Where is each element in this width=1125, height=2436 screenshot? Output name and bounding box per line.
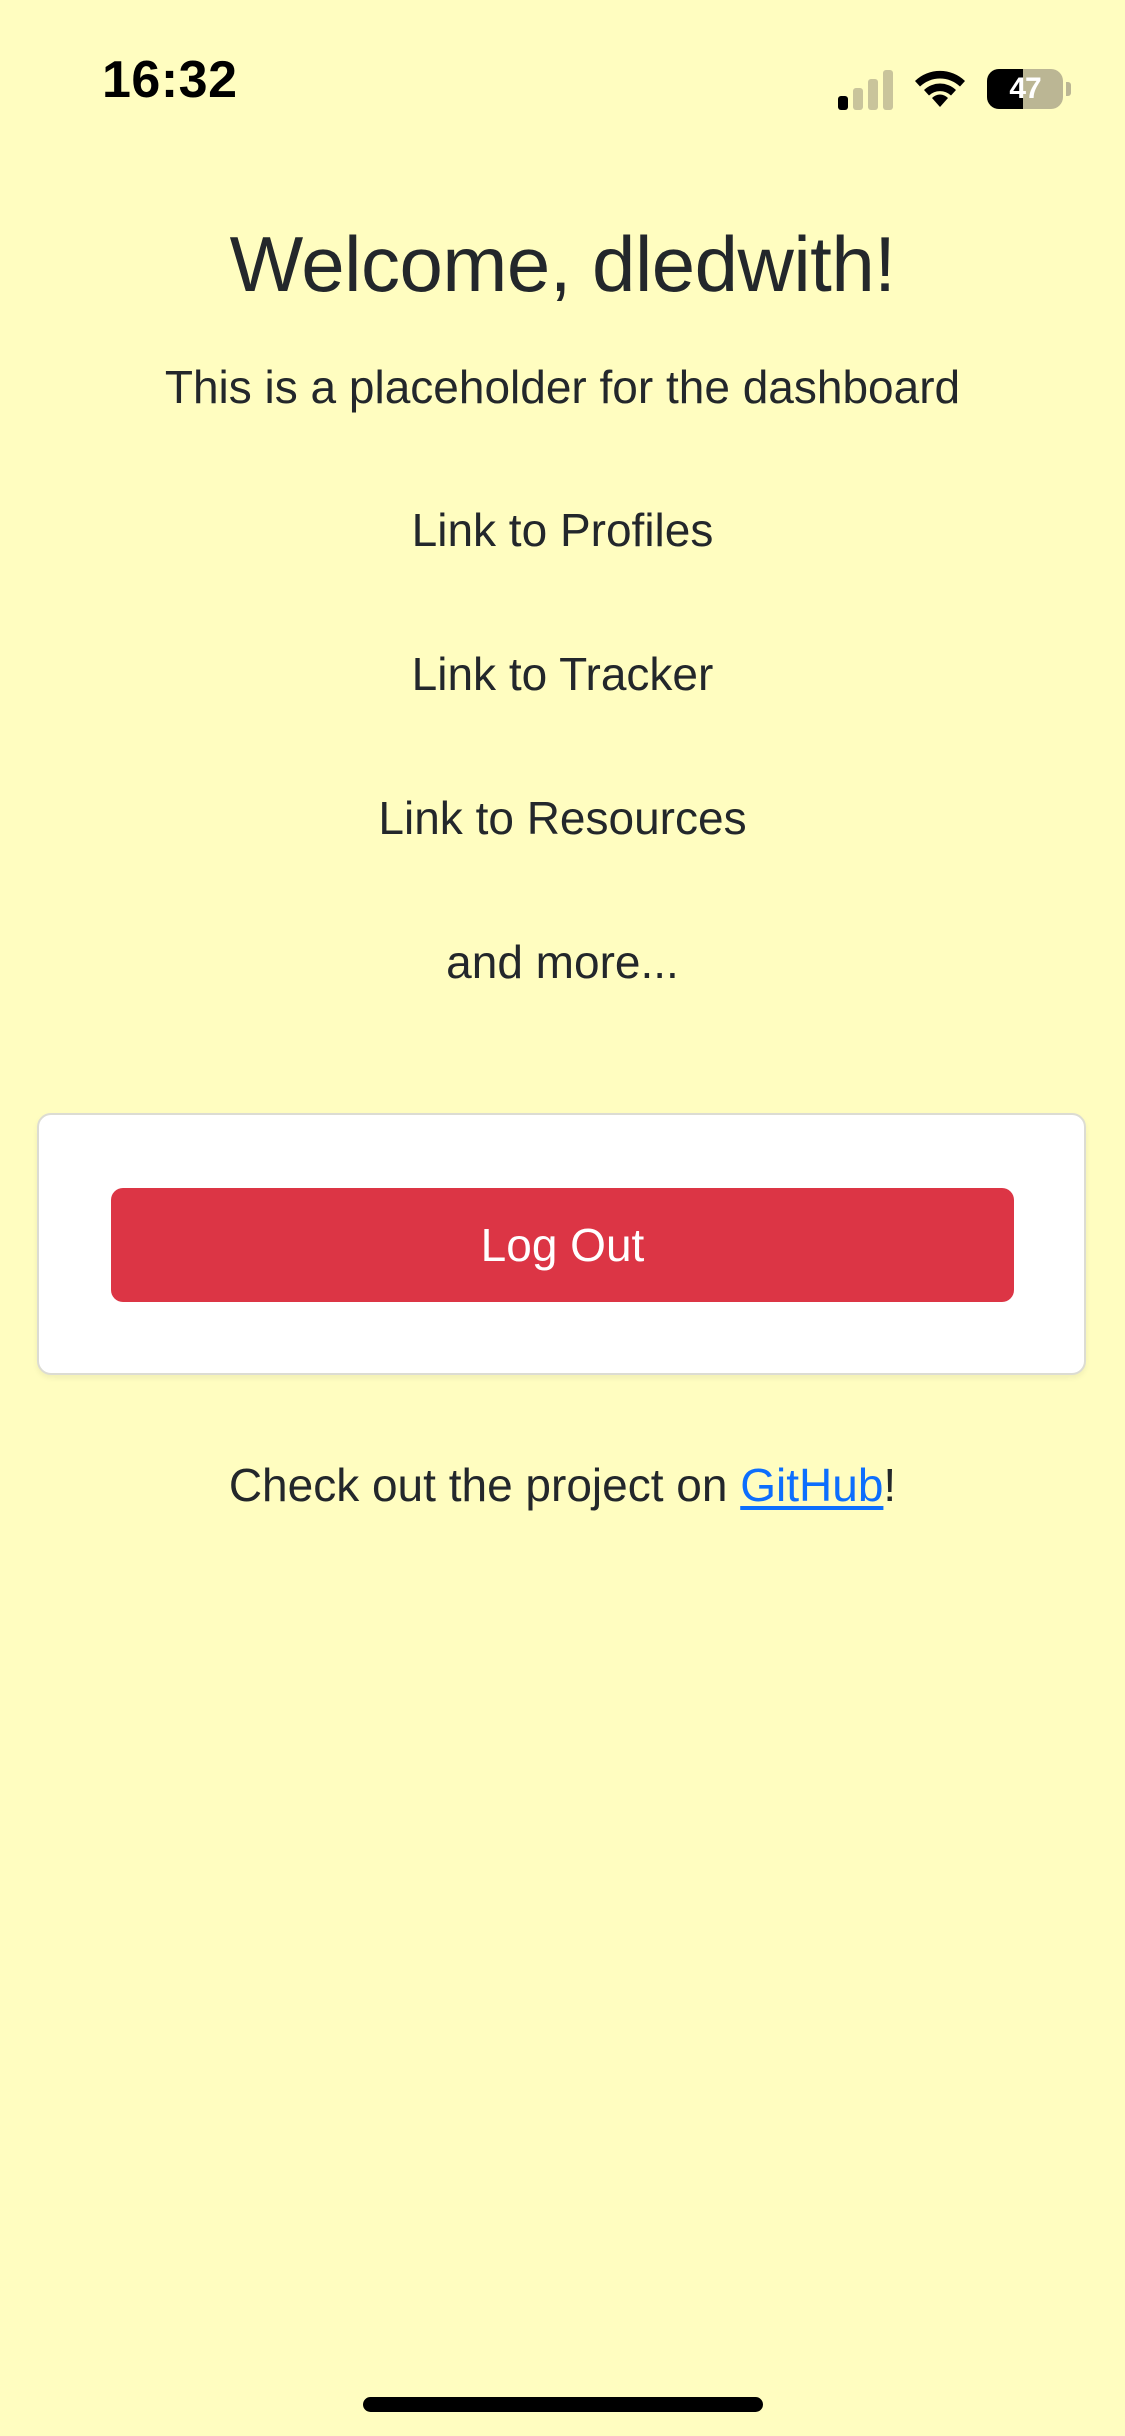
footer-text-after: !: [883, 1459, 897, 1511]
profiles-link-text: Link to Profiles: [411, 503, 714, 556]
status-bar: 16:32 47: [0, 0, 1125, 150]
battery-level: 47: [1009, 72, 1041, 105]
footer-text-before: Check out the project on: [228, 1459, 741, 1511]
status-icons: 47: [838, 64, 1071, 114]
more-text: and more...: [446, 936, 679, 989]
page-title: Welcome, dledwith!: [229, 220, 896, 308]
status-time: 16:32: [102, 51, 238, 109]
cellular-signal-icon: [838, 68, 893, 110]
dashboard-content: Welcome, dledwith! This is a placeholder…: [0, 220, 1125, 991]
battery-icon: 47: [987, 69, 1071, 109]
github-link[interactable]: GitHub: [740, 1459, 883, 1511]
home-indicator[interactable]: [363, 2397, 763, 2412]
tracker-link-text: Link to Tracker: [411, 648, 714, 701]
logout-card: Log Out: [37, 1113, 1086, 1375]
dashboard-placeholder-text: This is a placeholder for the dashboard: [164, 360, 961, 413]
resources-link-text: Link to Resources: [378, 792, 747, 845]
footer-text: Check out the project on GitHub!: [0, 1458, 1125, 1513]
wifi-icon: [915, 70, 965, 107]
logout-button[interactable]: Log Out: [111, 1188, 1014, 1302]
